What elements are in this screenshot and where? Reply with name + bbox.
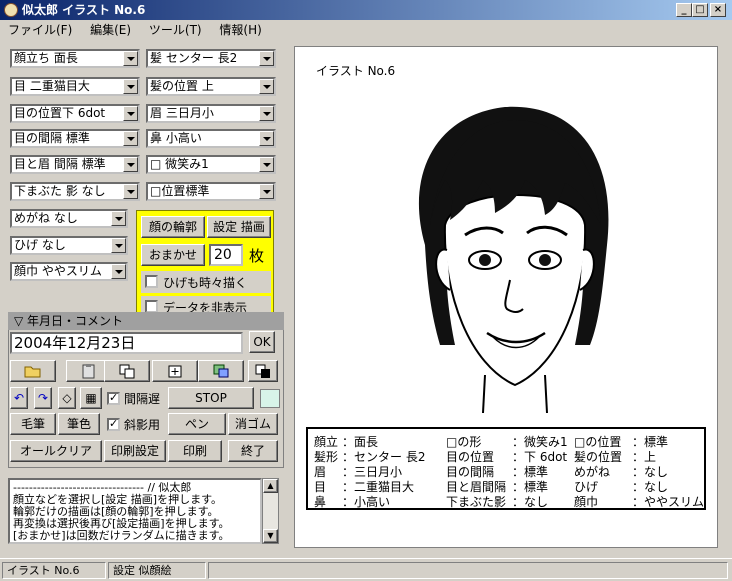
folder-icon xyxy=(24,366,41,378)
date-input[interactable]: 2004年12月23日 xyxy=(10,332,243,354)
dropdown-arrow-icon[interactable] xyxy=(123,51,138,66)
color-button[interactable] xyxy=(248,360,278,382)
insert-icon xyxy=(168,365,182,378)
dropdown-arrow-icon[interactable] xyxy=(123,184,138,199)
message-log: --------------------------------- // 似太郎… xyxy=(8,478,262,544)
menu-bar: ファイル(F) 編集(E) ツール(T) 情報(H) xyxy=(0,20,732,40)
undo-icon[interactable]: ↶ xyxy=(10,387,28,409)
combo-face-width[interactable]: 顔巾 ややスリム xyxy=(10,262,128,281)
dropdown-arrow-icon[interactable] xyxy=(259,184,274,199)
shade-checkbox[interactable] xyxy=(107,417,120,431)
title-bar: 似太郎 イラスト No.6 _ □ × xyxy=(0,0,732,20)
dropdown-arrow-icon[interactable] xyxy=(259,106,274,121)
combo-eye-brow-gap[interactable]: 目と眉 間隔 標準 xyxy=(10,155,140,174)
app-icon xyxy=(4,3,18,17)
redo-icon[interactable]: ↷ xyxy=(34,387,52,409)
pen-color-button[interactable]: 筆色 xyxy=(58,413,100,435)
combo-nose[interactable]: 鼻 小高い xyxy=(146,129,276,148)
combo-hair-position[interactable]: 髪の位置 上 xyxy=(146,77,276,96)
log-scrollbar[interactable]: ▲ ▼ xyxy=(262,478,279,544)
info-value: ：小高い xyxy=(342,495,391,509)
maximize-button[interactable]: □ xyxy=(692,3,708,17)
insert-button[interactable] xyxy=(152,360,198,382)
status-indicator xyxy=(260,389,280,408)
combo-hair[interactable]: 髪 センター 長2 xyxy=(146,49,276,68)
open-folder-button[interactable] xyxy=(10,360,56,382)
copy-icon xyxy=(119,364,135,379)
dropdown-arrow-icon[interactable] xyxy=(259,51,274,66)
info-table: 顔立 ：面長 □の形 ：微笑み1 □の位置 ：標準 髪形 ：センター 長2 目の… xyxy=(306,427,706,510)
outline-button[interactable]: 顔の輪郭 xyxy=(141,216,205,238)
stop-button[interactable]: STOP xyxy=(168,387,254,409)
ok-button[interactable]: OK xyxy=(249,331,275,353)
combo-eye-position[interactable]: 目の位置下 6dot xyxy=(10,104,140,123)
info-label: 下まぶた影 xyxy=(446,495,507,509)
dropdown-arrow-icon[interactable] xyxy=(123,131,138,146)
eraser-button[interactable]: 消ゴム xyxy=(228,413,278,435)
status-bar: イラスト No.6 設定 似顔絵 xyxy=(0,558,732,581)
menu-file[interactable]: ファイル(F) xyxy=(8,23,72,37)
info-value: ：なし xyxy=(512,495,549,509)
date-panel-header: ▽ 年月日・コメント xyxy=(8,312,284,330)
dropdown-arrow-icon[interactable] xyxy=(111,211,126,226)
beard-option: ひげも時々描く xyxy=(141,271,271,293)
layers-icon[interactable]: ▦ xyxy=(80,387,102,409)
exit-button[interactable]: 終了 xyxy=(228,440,278,462)
brush-button[interactable]: 毛筆 xyxy=(10,413,56,435)
combo-glasses[interactable]: めがね なし xyxy=(10,209,128,228)
interval-checkbox[interactable] xyxy=(107,391,120,405)
scroll-down-icon[interactable]: ▼ xyxy=(263,529,278,543)
beard-label: ひげも時々描く xyxy=(163,276,248,290)
combo-mouth-position[interactable]: □位置標準 xyxy=(146,182,276,201)
auto-button[interactable]: おまかせ xyxy=(141,244,205,266)
illustration-title: イラスト No.6 xyxy=(316,64,396,78)
combo-lower-lid[interactable]: 下まぶた 影 なし xyxy=(10,182,140,201)
dropdown-arrow-icon[interactable] xyxy=(259,131,274,146)
info-label: 顔巾 xyxy=(574,495,599,509)
diamond-icon[interactable]: ◇ xyxy=(58,387,76,409)
clipboard-icon xyxy=(82,364,95,379)
status-mid: 設定 似顔絵 xyxy=(108,562,206,579)
image-button[interactable] xyxy=(198,360,244,382)
combo-eye-type[interactable]: 目 二重猫目大 xyxy=(10,77,140,96)
menu-tools[interactable]: ツール(T) xyxy=(149,23,202,37)
menu-edit[interactable]: 編集(E) xyxy=(90,23,131,37)
dropdown-arrow-icon[interactable] xyxy=(111,238,126,253)
count-unit: 枚 xyxy=(249,247,265,265)
copy-button[interactable] xyxy=(104,360,150,382)
draw-panel: 顔の輪郭 設定 描画 おまかせ 20 枚 ひげも時々描く データを非表示 xyxy=(136,210,274,326)
combo-beard[interactable]: ひげ なし xyxy=(10,236,128,255)
interval-label: 間隔遅 xyxy=(124,392,161,406)
menu-info[interactable]: 情報(H) xyxy=(219,23,261,37)
combo-mouth-shape[interactable]: □ 微笑み1 xyxy=(146,155,276,174)
combo-eyebrow[interactable]: 眉 三日月小 xyxy=(146,104,276,123)
count-input[interactable]: 20 xyxy=(209,244,243,266)
dropdown-arrow-icon[interactable] xyxy=(259,157,274,172)
portrait-drawing xyxy=(418,106,609,414)
scroll-up-icon[interactable]: ▲ xyxy=(263,479,278,493)
draw-button[interactable]: 設定 描画 xyxy=(207,216,271,238)
info-label: 鼻 xyxy=(314,495,327,509)
window-title: 似太郎 イラスト No.6 xyxy=(22,3,146,17)
image-icon xyxy=(213,364,229,378)
print-button[interactable]: 印刷 xyxy=(168,440,222,462)
close-button[interactable]: × xyxy=(710,3,726,17)
dropdown-arrow-icon[interactable] xyxy=(123,79,138,94)
status-right xyxy=(208,562,728,579)
print-setup-button[interactable]: 印刷設定 xyxy=(104,440,166,462)
combo-eye-gap[interactable]: 目の間隔 標準 xyxy=(10,129,140,148)
color-swatch-icon xyxy=(255,364,270,378)
dropdown-arrow-icon[interactable] xyxy=(111,264,126,279)
dropdown-arrow-icon[interactable] xyxy=(123,157,138,172)
status-left: イラスト No.6 xyxy=(2,562,106,579)
shade-label: 斜影用 xyxy=(124,418,161,432)
pen-button[interactable]: ペン xyxy=(168,413,226,435)
dropdown-arrow-icon[interactable] xyxy=(259,79,274,94)
minimize-button[interactable]: _ xyxy=(676,3,692,17)
clear-all-button[interactable]: オールクリア xyxy=(10,440,102,462)
combo-face-shape[interactable]: 顔立ち 面長 xyxy=(10,49,140,68)
info-value: ：ややスリム xyxy=(632,495,705,509)
beard-checkbox[interactable] xyxy=(145,275,158,288)
dropdown-arrow-icon[interactable] xyxy=(123,106,138,121)
